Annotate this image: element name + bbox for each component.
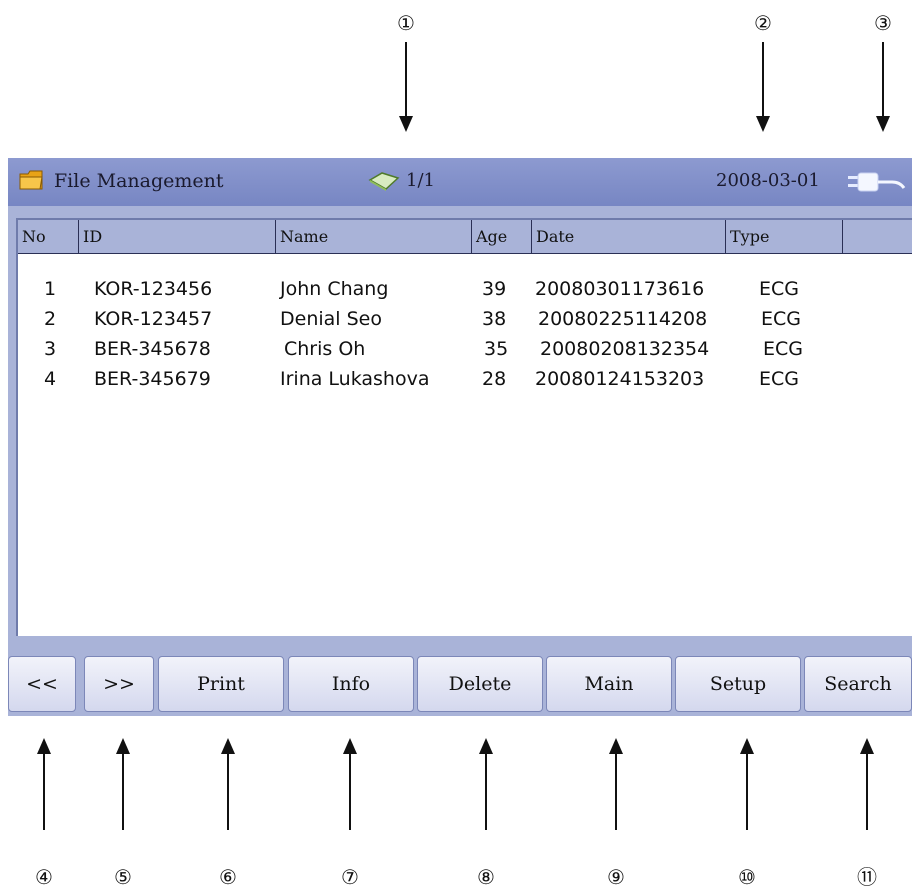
col-type[interactable]: Type (726, 220, 843, 254)
callout-8: ⑧ (477, 865, 495, 889)
cell-id: KOR-123457 (94, 308, 213, 330)
cell-date: 20080124153203 (535, 368, 705, 390)
file-list[interactable]: No ID Name Age Date Type 1 KOR-123456 Jo… (16, 218, 912, 636)
folder-icon (19, 170, 43, 190)
col-name[interactable]: Name (276, 220, 472, 254)
callout-7: ⑦ (341, 865, 359, 889)
col-no[interactable]: No (18, 220, 79, 254)
callout-arrow-2 (756, 42, 770, 132)
callout-4: ④ (35, 865, 53, 889)
callout-9: ⑨ (607, 865, 625, 889)
cell-type: ECG (763, 338, 803, 360)
callout-arrow-1 (399, 42, 413, 132)
callout-3: ③ (874, 11, 892, 35)
file-management-screen: File Management 1/1 2008-03-01 No ID Nam… (8, 158, 912, 716)
cell-id: BER-345678 (94, 338, 211, 360)
cell-date: 20080225114208 (538, 308, 708, 330)
cell-type: ECG (759, 368, 799, 390)
book-icon (368, 172, 400, 191)
callout-arrow-5 (116, 738, 130, 830)
cell-name: Chris Oh (284, 338, 366, 360)
cell-date: 20080208132354 (540, 338, 710, 360)
callout-arrow-4 (37, 738, 51, 830)
search-button[interactable]: Search (804, 656, 912, 712)
cell-date: 20080301173616 (535, 278, 705, 300)
cell-type: ECG (761, 308, 801, 330)
cell-no: 2 (44, 308, 57, 330)
callout-arrow-11 (860, 738, 874, 830)
cell-no: 1 (44, 278, 57, 300)
setup-button[interactable]: Setup (675, 656, 801, 712)
prev-page-button[interactable]: << (8, 656, 76, 712)
plug-icon (848, 172, 906, 192)
cell-age: 28 (482, 368, 507, 390)
cell-no: 3 (44, 338, 57, 360)
cell-no: 4 (44, 368, 57, 390)
print-button[interactable]: Print (158, 656, 284, 712)
col-date[interactable]: Date (532, 220, 726, 254)
callout-5: ⑤ (114, 865, 132, 889)
cell-name: Irina Lukashova (280, 368, 430, 390)
callout-arrow-6 (221, 738, 235, 830)
callout-11: ⑪ (857, 865, 877, 889)
next-page-button[interactable]: >> (84, 656, 154, 712)
cell-id: KOR-123456 (94, 278, 213, 300)
callout-arrow-9 (609, 738, 623, 830)
table-header: No ID Name Age Date Type (18, 220, 912, 254)
cell-id: BER-345679 (94, 368, 211, 390)
callout-arrow-3 (876, 42, 890, 132)
button-bar: << >> Print Info Delete Main Setup Searc… (8, 654, 912, 716)
current-date: 2008-03-01 (716, 170, 820, 191)
cell-age: 38 (482, 308, 507, 330)
callout-10: ⑩ (738, 865, 756, 889)
callout-arrow-8 (479, 738, 493, 830)
title-bar: File Management 1/1 2008-03-01 (8, 158, 912, 206)
cell-age: 39 (482, 278, 507, 300)
delete-button[interactable]: Delete (417, 656, 543, 712)
callout-2: ② (754, 11, 772, 35)
cell-name: Denial Seo (280, 308, 382, 330)
callout-arrow-7 (343, 738, 357, 830)
col-id[interactable]: ID (79, 220, 276, 254)
callout-6: ⑥ (219, 865, 237, 889)
info-button[interactable]: Info (288, 656, 414, 712)
callout-arrow-10 (740, 738, 754, 830)
cell-age: 35 (484, 338, 509, 360)
cell-type: ECG (759, 278, 799, 300)
col-extra (843, 220, 912, 254)
page-indicator: 1/1 (406, 170, 435, 191)
screen-title: File Management (54, 170, 224, 192)
col-age[interactable]: Age (472, 220, 532, 254)
callout-1: ① (397, 11, 415, 35)
main-button[interactable]: Main (546, 656, 672, 712)
cell-name: John Chang (280, 278, 389, 300)
